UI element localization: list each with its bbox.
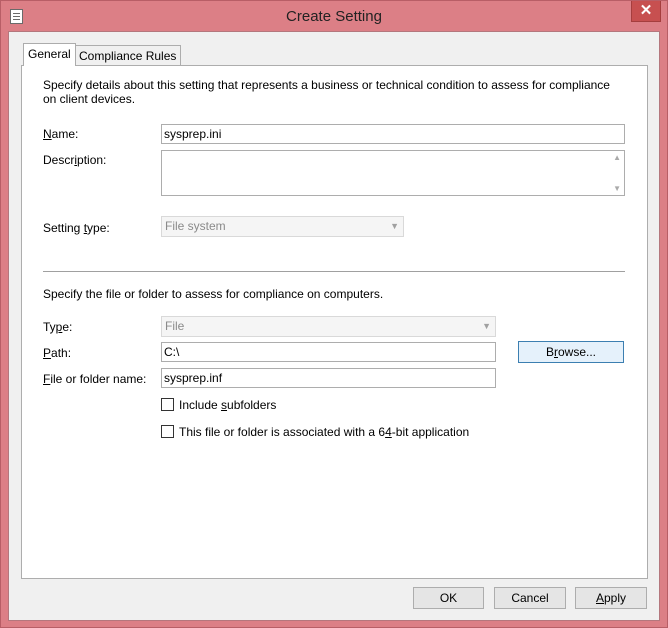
is-64bit-label[interactable]: This file or folder is associated with a… — [179, 425, 469, 439]
include-subfolders-label[interactable]: Include subfolders — [179, 398, 276, 412]
include-subfolders-checkbox[interactable] — [161, 398, 174, 411]
description-label: Description: — [43, 153, 107, 167]
setting-intro-text: Specify details about this setting that … — [43, 78, 610, 106]
type-value: File — [165, 319, 185, 333]
tab-general[interactable]: General — [23, 43, 76, 66]
scroll-up-icon[interactable]: ▲ — [613, 153, 621, 162]
description-textarea[interactable]: ▲ ▼ — [161, 150, 625, 196]
chevron-down-icon: ▼ — [390, 221, 399, 231]
is-64bit-checkbox[interactable] — [161, 425, 174, 438]
file-name-label: File or folder name: — [43, 372, 147, 386]
path-label: Path: — [43, 346, 72, 360]
dialog-client-area: General Compliance Rules Specify details… — [8, 31, 660, 621]
apply-button[interactable]: Apply — [575, 587, 647, 609]
type-select: File ▼ — [161, 316, 496, 337]
scroll-down-icon[interactable]: ▼ — [613, 184, 621, 193]
browse-button[interactable]: Browse... — [518, 341, 624, 363]
section-divider — [43, 271, 625, 273]
file-intro-text: Specify the file or folder to assess for… — [43, 287, 384, 301]
tab-compliance-rules[interactable]: Compliance Rules — [74, 45, 182, 65]
name-input[interactable]: sysprep.ini — [161, 124, 625, 144]
path-input[interactable]: C:\ — [161, 342, 496, 362]
close-button[interactable]: ✕ — [631, 1, 661, 22]
cancel-button[interactable]: Cancel — [494, 587, 566, 609]
title-bar[interactable]: Create Setting ✕ — [1, 1, 667, 31]
setting-type-label: Setting type: — [43, 221, 110, 235]
setting-type-select: File system ▼ — [161, 216, 404, 237]
type-label: Type: — [43, 320, 73, 334]
setting-type-value: File system — [165, 219, 226, 233]
chevron-down-icon: ▼ — [482, 321, 491, 331]
create-setting-dialog: Create Setting ✕ General Compliance Rule… — [0, 0, 668, 628]
window-title: Create Setting — [286, 8, 382, 25]
ok-button[interactable]: OK — [413, 587, 484, 609]
general-tab-panel: Specify details about this setting that … — [21, 65, 648, 579]
name-label: Name: — [43, 127, 79, 141]
file-name-input[interactable]: sysprep.inf — [161, 368, 496, 388]
